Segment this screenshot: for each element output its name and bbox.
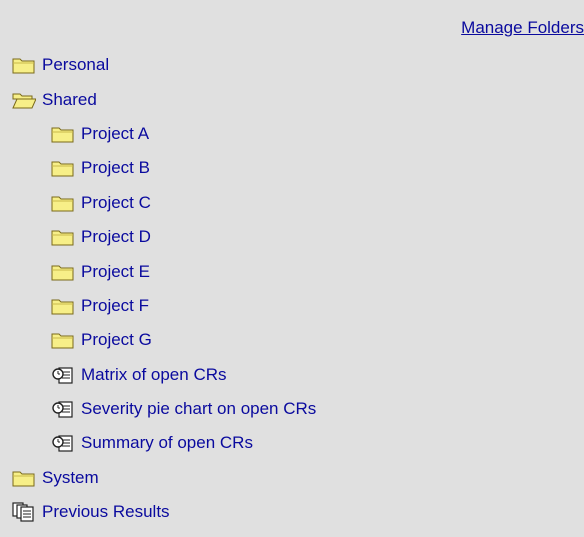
folder-icon <box>51 227 75 247</box>
folder-icon <box>12 55 36 75</box>
tree-item-label: Project G <box>81 330 152 350</box>
tree-item-shared[interactable]: Shared <box>12 82 316 116</box>
folder-icon <box>51 296 75 316</box>
tree-item-personal[interactable]: Personal <box>12 48 316 82</box>
folder-icon <box>51 330 75 350</box>
tree-item-project-d[interactable]: Project D <box>12 220 316 254</box>
folder-open-icon <box>12 90 36 110</box>
tree-item-project-c[interactable]: Project C <box>12 186 316 220</box>
tree-item-project-b[interactable]: Project B <box>12 151 316 185</box>
tree-item-project-a[interactable]: Project A <box>12 117 316 151</box>
tree-item-label: Shared <box>42 89 97 109</box>
tree-item-label: System <box>42 467 99 487</box>
tree-item-label: Severity pie chart on open CRs <box>81 399 317 419</box>
tree-item-query-severity[interactable]: Severity pie chart on open CRs <box>12 392 316 426</box>
tree-item-project-e[interactable]: Project E <box>12 254 316 288</box>
tree-item-label: Project C <box>81 192 151 212</box>
tree-item-label: Project F <box>81 295 150 315</box>
query-icon <box>51 365 75 385</box>
folder-tree: Personal Shared Project A Project B Proj… <box>12 48 316 529</box>
tree-item-label: Project A <box>81 123 150 143</box>
tree-item-label: Summary of open CRs <box>81 433 253 453</box>
tree-item-system[interactable]: System <box>12 461 316 495</box>
tree-item-label: Project D <box>81 227 151 247</box>
tree-item-label: Matrix of open CRs <box>81 364 227 384</box>
tree-item-query-matrix[interactable]: Matrix of open CRs <box>12 358 316 392</box>
tree-item-previous-results[interactable]: Previous Results <box>12 495 316 529</box>
tree-item-label: Previous Results <box>42 502 170 522</box>
manage-folders-link[interactable]: Manage Folders <box>461 18 584 38</box>
folder-icon <box>51 193 75 213</box>
tree-item-label: Project B <box>81 158 150 178</box>
tree-item-label: Personal <box>42 55 110 75</box>
tree-item-project-g[interactable]: Project G <box>12 323 316 357</box>
query-icon <box>51 433 75 453</box>
folder-icon <box>12 468 36 488</box>
tree-item-query-summary[interactable]: Summary of open CRs <box>12 426 316 460</box>
folder-icon <box>51 158 75 178</box>
query-icon <box>51 399 75 419</box>
results-icon <box>12 502 36 522</box>
tree-item-label: Project E <box>81 261 150 281</box>
tree-item-project-f[interactable]: Project F <box>12 289 316 323</box>
folder-icon <box>51 262 75 282</box>
folder-icon <box>51 124 75 144</box>
